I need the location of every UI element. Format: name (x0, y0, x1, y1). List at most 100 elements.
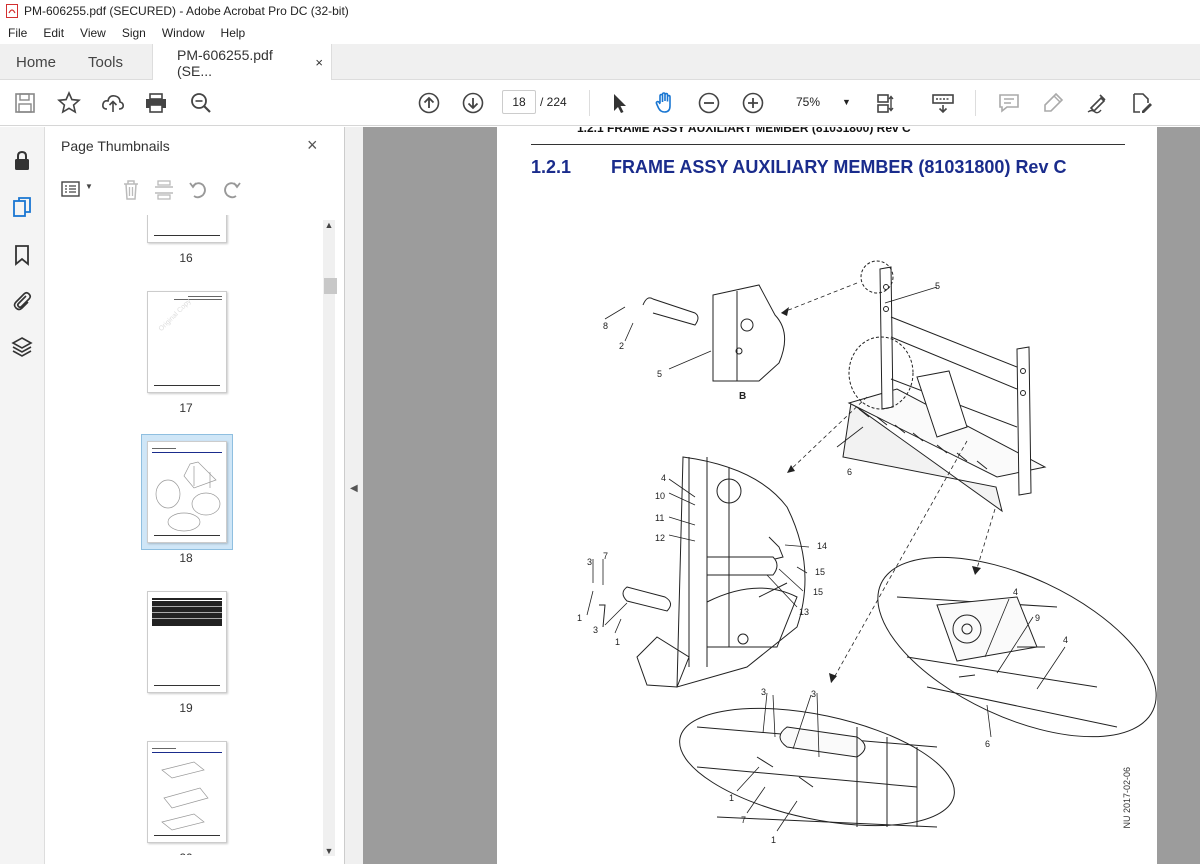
callout-11: 11 (655, 513, 664, 523)
highlight-button[interactable] (1040, 90, 1066, 116)
replace-icon[interactable] (153, 179, 175, 201)
toolbar-divider-2 (975, 90, 976, 116)
menu-window[interactable]: Window (154, 26, 213, 40)
menu-help[interactable]: Help (213, 26, 254, 40)
thumbnail-drawing (161, 761, 209, 831)
zoom-search-icon (191, 93, 211, 113)
highlight-icon (1044, 92, 1064, 112)
share-button[interactable] (100, 90, 126, 116)
thumbnail-drawing (155, 461, 221, 532)
tab-document[interactable]: PM-606255.pdf (SE... × (152, 44, 332, 81)
callout-13: 13 (799, 607, 809, 617)
edit-pdf-button[interactable] (1128, 90, 1154, 116)
fit-page-button[interactable] (874, 90, 900, 116)
callout-1b: 1 (615, 637, 620, 647)
comment-button[interactable] (996, 90, 1022, 116)
sign-button[interactable] (1084, 90, 1110, 116)
callout-1: 1 (577, 613, 582, 623)
detail-label-b: B (739, 391, 746, 402)
rotate-cw-icon[interactable] (221, 179, 243, 201)
zoom-out-button[interactable] (696, 90, 722, 116)
tab-tools[interactable]: Tools (88, 44, 123, 80)
callout-12: 12 (655, 533, 665, 543)
pages-icon[interactable] (10, 195, 34, 219)
thumbnail-page-16[interactable] (147, 215, 227, 243)
menu-bar: File Edit View Sign Window Help (0, 22, 1200, 44)
edit-pdf-icon (1133, 93, 1152, 113)
callout-15b: 15 (813, 587, 823, 597)
watermark: Original Copy (157, 298, 193, 333)
pdf-page: 1.2.1 FRAME ASSY AUXILIARY MEMBER (81031… (497, 127, 1157, 864)
save-button[interactable] (12, 90, 38, 116)
tab-home[interactable]: Home (16, 44, 56, 80)
hand-icon (655, 92, 671, 113)
callout-4c: 4 (1013, 587, 1018, 597)
callout-5b: 5 (657, 369, 662, 379)
callout-5: 5 (935, 281, 940, 291)
keyboard-button[interactable] (930, 90, 956, 116)
thumbnail-page-20[interactable] (147, 741, 227, 843)
trash-icon[interactable] (121, 179, 141, 201)
thumbnail-page-19[interactable] (147, 591, 227, 693)
title-bar: PM-606255.pdf (SECURED) - Adobe Acrobat … (0, 0, 1200, 22)
thumbnail-label: 19 (179, 701, 193, 715)
thumbnail-page-18[interactable] (147, 441, 227, 543)
callout-6b: 6 (985, 739, 990, 749)
callout-14: 14 (817, 541, 827, 551)
comment-icon (999, 94, 1019, 113)
star-icon (57, 91, 81, 114)
collapse-arrow-icon: ◀ (350, 483, 358, 494)
zoom-in-icon (742, 92, 764, 114)
lock-icon[interactable] (10, 149, 34, 173)
next-page-button[interactable] (460, 90, 486, 116)
fit-page-icon (877, 94, 894, 113)
chevron-down-icon: ▼ (842, 97, 851, 107)
attachment-icon[interactable] (10, 289, 34, 313)
previous-page-button[interactable] (416, 90, 442, 116)
callout-3c: 3 (761, 687, 766, 697)
print-button[interactable] (143, 90, 169, 116)
select-arrow-icon (614, 94, 626, 113)
zoom-in-button[interactable] (740, 90, 766, 116)
bookmark-icon[interactable] (10, 243, 34, 267)
zoom-select[interactable]: 75% ▼ (782, 90, 858, 114)
callout-1c: 1 (729, 793, 734, 803)
panel-toolbar: ▼ (45, 171, 333, 207)
thumbnail-label: 17 (179, 401, 193, 415)
pdf-icon (6, 4, 18, 18)
hand-tool-button[interactable] (652, 90, 678, 116)
rotate-ccw-icon[interactable] (187, 179, 209, 201)
zoom-out-icon (698, 92, 720, 114)
select-tool-button[interactable] (606, 90, 632, 116)
page-total: / 224 (540, 95, 567, 109)
scroll-up-icon[interactable]: ▲ (323, 220, 335, 230)
thumbnail-page-17[interactable]: Original Copy (147, 291, 227, 393)
options-icon[interactable] (61, 179, 83, 199)
page-down-icon (462, 92, 484, 114)
exploded-view-drawing: 5 8 2 5 B 6 4 10 11 12 7 3 1 3 1 14 15 1… (577, 260, 1157, 845)
document-viewer[interactable]: 1.2.1 FRAME ASSY AUXILIARY MEMBER (81031… (363, 127, 1200, 864)
tab-bar: Home Tools PM-606255.pdf (SE... × (0, 44, 1200, 81)
bookmark-star-button[interactable] (56, 90, 82, 116)
upload-icon (102, 95, 124, 112)
panel-close-icon[interactable]: × (307, 135, 318, 156)
scrollbar-thumb[interactable] (324, 278, 337, 294)
callout-2: 2 (619, 341, 624, 351)
menu-sign[interactable]: Sign (114, 26, 154, 40)
thumbnails-panel: Page Thumbnails × ▼ 16 Original Copy 17 (45, 127, 345, 864)
callout-9: 9 (1035, 613, 1040, 623)
callout-3b: 3 (593, 625, 598, 635)
menu-edit[interactable]: Edit (35, 26, 72, 40)
thumbnail-scrollbar[interactable]: ▲ ▼ (323, 220, 337, 856)
page-number-input[interactable]: 18 (502, 90, 536, 114)
tab-close-icon[interactable]: × (315, 55, 323, 70)
menu-view[interactable]: View (72, 26, 114, 40)
scroll-down-icon[interactable]: ▼ (323, 846, 335, 856)
find-button[interactable] (188, 90, 214, 116)
layers-icon[interactable] (10, 335, 34, 359)
options-chevron-icon[interactable]: ▼ (85, 182, 93, 191)
sign-icon (1087, 94, 1106, 114)
menu-file[interactable]: File (0, 26, 35, 40)
panel-collapse-handle[interactable]: ◀ (345, 127, 363, 864)
zoom-value: 75% (796, 95, 821, 109)
